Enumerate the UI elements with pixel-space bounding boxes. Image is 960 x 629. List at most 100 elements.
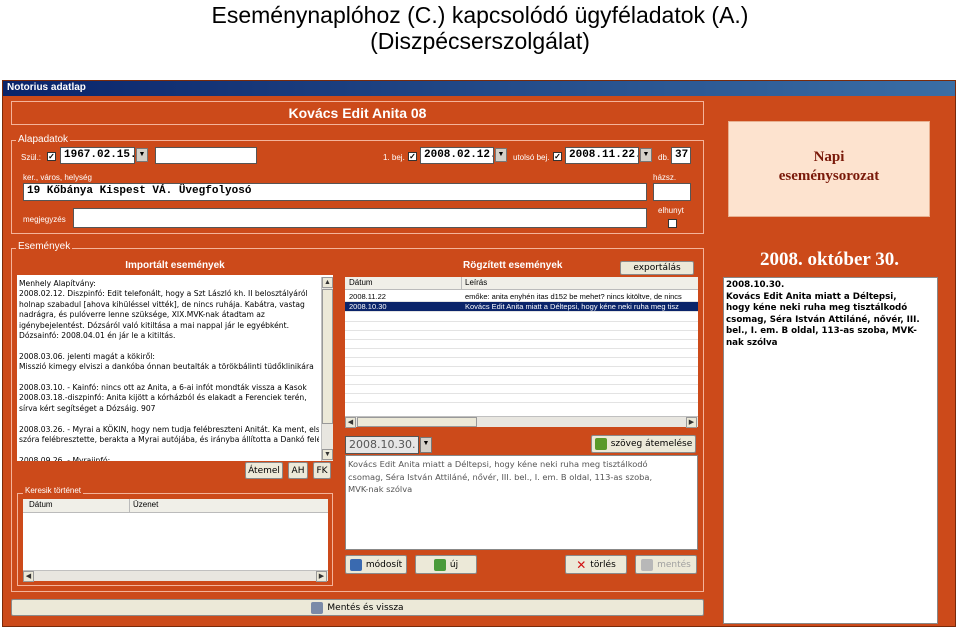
mentes-es-vissza-button[interactable]: Mentés és vissza bbox=[11, 599, 704, 616]
imported-events-header: Importált események bbox=[17, 259, 333, 275]
szul-date-field[interactable]: 1967.02.15. bbox=[60, 147, 135, 164]
hazszam-field[interactable] bbox=[653, 183, 691, 201]
modosit-button[interactable]: módosít bbox=[345, 555, 407, 574]
imported-events-text[interactable]: Menhely Alapítvány: 2008.02.12. Diszpinfó… bbox=[19, 279, 319, 461]
delete-x-icon: ✕ bbox=[576, 557, 587, 572]
atemel-button[interactable]: Átemel bbox=[245, 462, 283, 479]
event-detail-line: csomag, Séra István Attiláné, nővér, III… bbox=[348, 471, 653, 482]
scroll-thumb[interactable] bbox=[357, 417, 477, 427]
new-record-icon bbox=[433, 558, 446, 571]
elso-bej-checkbox[interactable]: ✓ bbox=[408, 152, 417, 161]
imported-event-line: 2008.03.26. - Myrai a KÖKIN, hogy nem tu… bbox=[19, 424, 319, 434]
recorded-col-datum[interactable]: Dátum bbox=[349, 277, 373, 289]
imported-event-line: 2008.03.18.-diszpinfó: Anita kijött a kó… bbox=[19, 393, 307, 403]
mentes-button[interactable]: mentés bbox=[635, 555, 697, 574]
recorded-events-grid[interactable]: Dátum Leírás 2008.11.22 emőke: anita enyh… bbox=[345, 277, 698, 428]
megjegyzes-field[interactable] bbox=[73, 208, 647, 228]
notorius-window: Notorius adatlap Kovács Edit Anita 08 Al… bbox=[2, 80, 956, 627]
chevron-down-icon: ▼ bbox=[642, 151, 650, 158]
event-date-field[interactable]: 2008.10.30. bbox=[345, 436, 419, 454]
imported-event-line: nadrágra, és pulóverre lenne szüksége, X… bbox=[19, 310, 265, 320]
torles-button[interactable]: ✕ törlés bbox=[565, 555, 627, 574]
hazsz-label: házsz. bbox=[653, 173, 677, 182]
alapadatok-group-label: Alapadatok bbox=[16, 134, 71, 145]
utolso-bej-checkbox[interactable]: ✓ bbox=[553, 152, 562, 161]
day-event-line: 2008.10.30. bbox=[726, 280, 785, 290]
recorded-grid-header: Dátum Leírás bbox=[345, 277, 698, 290]
day-event-line: bel., I. em. B oldal, 113-as szoba, MVK- bbox=[726, 326, 917, 337]
szul-label: Szül.: bbox=[21, 153, 42, 162]
event-detail-textarea[interactable]: Kovács Edit Anita miatt a Déltepsi, hogy… bbox=[345, 455, 698, 550]
imported-event-line: 2008.02.12. Diszpinfó: Edit telefonált, … bbox=[19, 289, 308, 299]
ah-button[interactable]: AH bbox=[288, 462, 308, 479]
scroll-right-icon[interactable]: ▶ bbox=[686, 417, 697, 428]
torles-label: törlés bbox=[590, 559, 616, 570]
napi-title-line1: Napi bbox=[813, 149, 845, 165]
event-date-dropdown[interactable]: ▼ bbox=[420, 437, 432, 453]
elso-bej-date-field[interactable]: 2008.02.12. bbox=[420, 147, 494, 164]
atemel-label: Átemel bbox=[248, 465, 280, 476]
scroll-left-icon[interactable]: ◀ bbox=[345, 417, 356, 428]
imported-event-line: holnap szabadul [ahova kihülés​sel vitté… bbox=[19, 299, 305, 309]
day-event-line: hogy kéne neki ruha meg tisztálkodó bbox=[726, 303, 908, 314]
szul-checkbox[interactable]: ✓ bbox=[47, 152, 56, 161]
save-users-icon bbox=[311, 601, 324, 614]
uj-button[interactable]: új bbox=[415, 555, 477, 574]
address-field[interactable]: 19 Kőbánya Kispest VÁ. Üvegfolyosó bbox=[23, 183, 647, 201]
edit-icon bbox=[349, 558, 362, 571]
elso-bej-dropdown-button[interactable]: ▼ bbox=[495, 148, 507, 162]
recorded-row-leiras: Kovács Edit Anita miatt a Déltepsi, hogy… bbox=[465, 302, 679, 311]
kereses-grid[interactable]: Dátum Üzenet ◀ ▶ bbox=[23, 499, 328, 582]
day-date-header: 2008. október 30. bbox=[760, 249, 899, 270]
kereses-col-uzenet[interactable]: Üzenet bbox=[133, 499, 158, 511]
cim-label: ker., város, helység bbox=[23, 173, 92, 182]
chevron-down-icon: ▼ bbox=[497, 151, 505, 158]
imported-event-line: sírva kért segítséget a Dózsáig. 907 bbox=[19, 403, 156, 413]
fk-label: FK bbox=[316, 465, 328, 476]
utolso-bej-label: utolsó bej. bbox=[513, 153, 550, 162]
uj-label: új bbox=[449, 559, 459, 570]
chevron-down-icon: ▼ bbox=[422, 440, 430, 447]
chevron-down-icon: ▼ bbox=[138, 151, 146, 158]
export-button[interactable]: exportálás bbox=[620, 261, 694, 275]
utolso-bej-date-field[interactable]: 2008.11.22. bbox=[565, 147, 639, 164]
scroll-right-icon[interactable]: ▶ bbox=[316, 571, 327, 582]
imported-event-line: Misszió kimegy elviszi a dankóba ónnan b… bbox=[19, 362, 314, 372]
szul-extra-field[interactable] bbox=[155, 147, 257, 164]
scroll-left-icon[interactable]: ◀ bbox=[23, 571, 34, 582]
recorded-event-row[interactable]: 2008.11.22 emőke: anita enyhén itas d152 … bbox=[345, 292, 698, 302]
save-users-icon bbox=[641, 558, 654, 571]
imported-event-line: 2008.09.26. - Myraiinfó: bbox=[19, 455, 111, 461]
kereses-hscrollbar[interactable]: ◀ ▶ bbox=[23, 570, 328, 582]
scroll-thumb[interactable] bbox=[322, 289, 333, 424]
recorded-event-row[interactable]: 2008.10.30 Kovács Edit Anita miatt a Délt… bbox=[345, 302, 698, 312]
megjegyzes-label: megjegyzés bbox=[23, 215, 66, 224]
szul-dropdown-button[interactable]: ▼ bbox=[136, 148, 148, 162]
window-titlebar: Notorius adatlap bbox=[3, 81, 955, 96]
db-count-field[interactable]: 37 bbox=[671, 147, 691, 164]
recorded-row-datum: 2008.11.22 bbox=[349, 292, 386, 301]
utolso-bej-dropdown-button[interactable]: ▼ bbox=[640, 148, 652, 162]
scroll-up-icon[interactable]: ▲ bbox=[322, 277, 333, 288]
szoveg-label: szöveg átemelése bbox=[610, 439, 693, 449]
fk-button[interactable]: FK bbox=[313, 462, 331, 479]
kereses-col-datum[interactable]: Dátum bbox=[29, 499, 53, 511]
recorded-row-leiras: emőke: anita enyhén itas d152 be mehet? … bbox=[465, 292, 682, 301]
day-event-line: Kovács Edit Anita miatt a Déltepsi, bbox=[726, 291, 897, 302]
slide-title-line1: Eseménynaplóhoz (C.) kapcsolódó ügyfélad… bbox=[211, 2, 749, 28]
day-event-line: nak szólva bbox=[726, 337, 778, 348]
event-detail-line: MVK-nak szólva bbox=[348, 484, 413, 494]
szoveg-atemelese-button[interactable]: szöveg átemelése bbox=[591, 435, 696, 453]
day-events-textbox[interactable]: 2008.10.30. Kovács Edit Anita miatt a Dél… bbox=[723, 277, 938, 624]
imported-events-scrollbar[interactable]: ▲ ▼ bbox=[321, 277, 333, 461]
napi-title-line2: eseménysorozat bbox=[778, 168, 880, 184]
mentes-es-vissza-label: Mentés és vissza bbox=[327, 602, 404, 613]
db-label: db. bbox=[658, 153, 670, 162]
elhunyt-checkbox[interactable] bbox=[668, 219, 677, 228]
scroll-down-icon[interactable]: ▼ bbox=[322, 449, 333, 460]
imported-event-line: Menhely Alapítvány: bbox=[19, 279, 96, 288]
imported-event-line bbox=[19, 446, 319, 456]
recorded-col-leiras[interactable]: Leírás bbox=[465, 277, 487, 289]
recorded-empty-lines bbox=[345, 313, 698, 403]
recorded-hscrollbar[interactable]: ◀ ▶ bbox=[345, 416, 698, 428]
